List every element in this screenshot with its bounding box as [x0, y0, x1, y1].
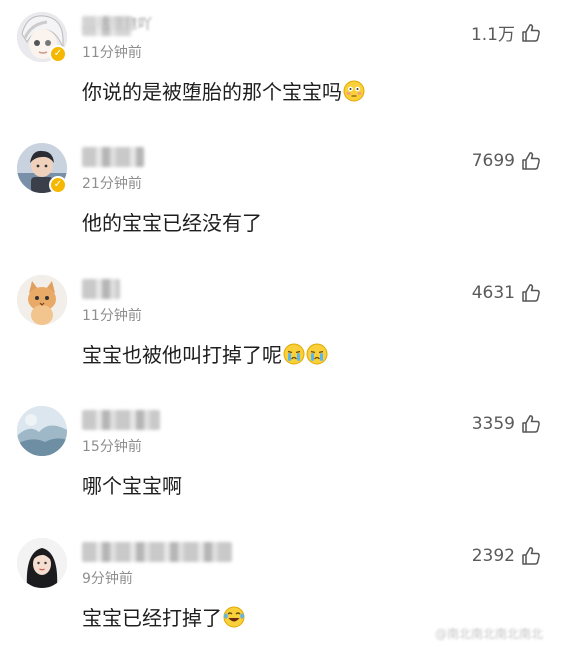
username-blurred[interactable]: [82, 542, 232, 562]
comment-text-content: 他的宝宝已经没有了: [82, 211, 262, 235]
like-count: 2392: [471, 546, 515, 566]
like-button[interactable]: 3359: [472, 414, 541, 434]
thumbs-up-icon: [522, 547, 540, 565]
thumbs-up-icon: [522, 284, 540, 302]
laughing-tears-emoji-icon: [223, 606, 245, 628]
like-button[interactable]: 2392: [472, 546, 541, 566]
flushed-face-emoji-icon: [343, 80, 365, 102]
crying-face-emoji-icon: [283, 343, 305, 365]
thumbs-up-icon: [522, 23, 540, 42]
comment-time: 11分钟前: [82, 308, 142, 324]
thumbs-up-icon: [522, 152, 540, 170]
like-button[interactable]: 4631: [472, 283, 541, 303]
comment-text: 他的宝宝已经没有了: [82, 207, 262, 236]
verified-badge-icon: ✓: [49, 45, 67, 63]
comment-time: 9分钟前: [82, 571, 133, 587]
verified-badge-icon: ✓: [49, 176, 67, 194]
comment-item: 11分钟前 宝宝也被他叫打掉了呢 4631: [0, 263, 561, 394]
username-blurred: [82, 16, 132, 36]
username-blurred[interactable]: [82, 147, 144, 167]
comment-text: 宝宝也被他叫打掉了呢: [82, 339, 328, 368]
like-count: 1.1万: [470, 25, 515, 45]
cat-avatar-icon[interactable]: [17, 275, 67, 325]
like-button[interactable]: 7699: [472, 151, 541, 171]
crying-face-emoji-icon: [306, 343, 328, 365]
username-blurred[interactable]: [82, 410, 160, 430]
comment-time: 11分钟前: [82, 45, 142, 61]
like-count: 3359: [471, 414, 515, 434]
like-button[interactable]: 1.1万: [471, 20, 541, 45]
comment-time: 15分钟前: [82, 439, 142, 455]
comment-text-content: 哪个宝宝啊: [82, 474, 182, 498]
username-blurred[interactable]: [82, 279, 120, 299]
girl-avatar-icon[interactable]: [17, 538, 67, 588]
comment-item: ✓ 21分钟前 他的宝宝已经没有了 7699: [0, 131, 561, 262]
comment-time: 21分钟前: [82, 176, 142, 192]
comment-text: 你说的是被堕胎的那个宝宝吗: [82, 76, 365, 105]
thumbs-up-icon: [522, 415, 540, 433]
comment-text-content: 宝宝已经打掉了: [82, 606, 222, 630]
comment-item: 15分钟前 哪个宝宝啊 3359: [0, 394, 561, 525]
comment-item: ✓ …枯意意吖 11分钟前 你说的是被堕胎的那个宝宝吗 1.1万: [0, 0, 561, 131]
comment-text: 宝宝已经打掉了: [82, 602, 245, 631]
watermark: @南北南北南北南北: [434, 627, 543, 641]
like-count: 4631: [471, 283, 515, 303]
like-count: 7699: [471, 151, 515, 171]
landscape-avatar-icon[interactable]: [17, 406, 67, 456]
comment-text-content: 你说的是被堕胎的那个宝宝吗: [82, 80, 342, 104]
comment-text: 哪个宝宝啊: [82, 470, 182, 499]
comment-text-content: 宝宝也被他叫打掉了呢: [82, 343, 282, 367]
